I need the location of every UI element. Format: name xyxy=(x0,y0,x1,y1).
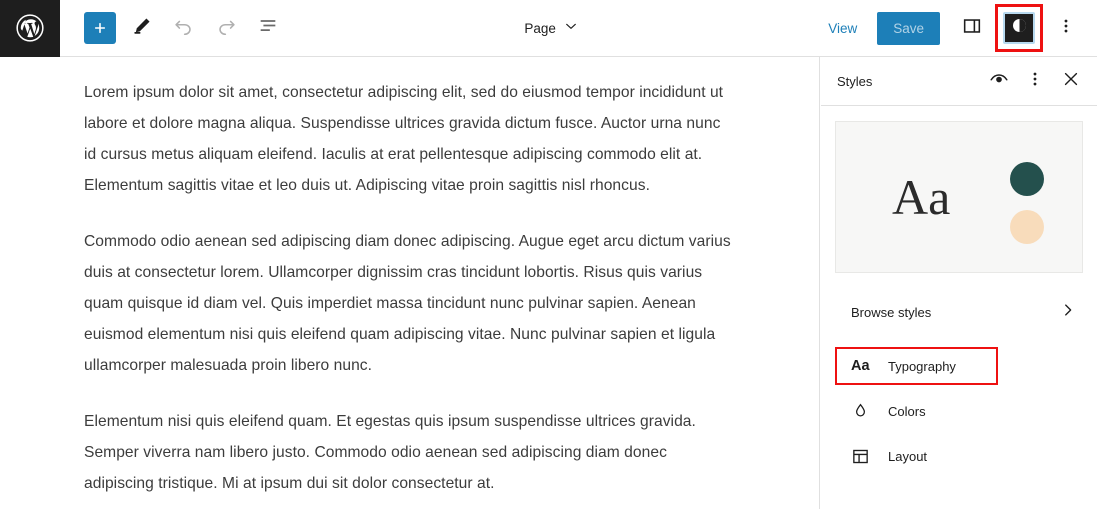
document-type-label: Page xyxy=(524,20,556,36)
browse-styles-button[interactable]: Browse styles xyxy=(835,294,1083,330)
preview-swatch-secondary xyxy=(1010,210,1044,244)
style-preview-card[interactable]: Aa xyxy=(835,121,1083,273)
style-preview-container: Aa xyxy=(821,106,1097,273)
close-x-icon xyxy=(1061,69,1081,94)
list-view-icon xyxy=(257,15,279,42)
styles-nav-label: Typography xyxy=(888,358,956,374)
styles-toggle-button[interactable] xyxy=(1003,12,1035,44)
droplet-icon xyxy=(851,402,873,421)
styles-options-button[interactable] xyxy=(1017,63,1053,99)
list-view-button[interactable] xyxy=(249,9,287,47)
wordpress-logo-icon xyxy=(16,14,44,42)
close-styles-button[interactable] xyxy=(1053,63,1089,99)
styles-nav-label: Layout xyxy=(888,448,928,464)
edit-tool-button[interactable] xyxy=(123,9,161,47)
styles-toggle-container xyxy=(995,4,1043,52)
more-options-button[interactable] xyxy=(1048,10,1084,46)
pencil-icon xyxy=(131,15,153,42)
eye-icon xyxy=(988,68,1010,95)
view-link[interactable]: View xyxy=(816,15,869,42)
chevron-down-icon xyxy=(563,18,579,39)
document-switcher[interactable]: Page xyxy=(287,0,816,57)
paragraph-block[interactable]: Commodo odio aenean sed adipiscing diam … xyxy=(84,226,734,381)
vertical-dots-icon xyxy=(1056,16,1076,41)
wordpress-site-editor: Page View Save Lorem ipsum dolor sit ame… xyxy=(0,0,1097,509)
layout-grid-icon xyxy=(851,447,873,466)
editor-canvas[interactable]: Lorem ipsum dolor sit amet, consectetur … xyxy=(0,57,820,509)
styles-nav-list: Aa Typography Colors Layout xyxy=(821,347,1097,475)
typeface-sample: Aa xyxy=(892,169,951,225)
style-book-button[interactable] xyxy=(981,63,1017,99)
panel-right-icon xyxy=(961,15,983,42)
header-actions: View Save xyxy=(816,0,1097,57)
chevron-right-icon xyxy=(1059,301,1077,324)
styles-nav-item-colors[interactable]: Colors xyxy=(835,392,1083,430)
undo-arrow-icon xyxy=(173,15,195,42)
redo-arrow-icon xyxy=(215,15,237,42)
styles-sidebar: Styles Aa Browse styles Aa Typography Co… xyxy=(821,57,1097,509)
undo-button[interactable] xyxy=(165,9,203,47)
wordpress-logo-button[interactable] xyxy=(0,0,60,57)
styles-nav-item-layout[interactable]: Layout xyxy=(835,437,1083,475)
contrast-half-circle-icon xyxy=(1010,16,1029,40)
aa-typography-icon: Aa xyxy=(851,357,870,374)
redo-button[interactable] xyxy=(207,9,245,47)
plus-icon xyxy=(84,12,116,44)
save-button[interactable]: Save xyxy=(877,11,940,45)
vertical-dots-icon xyxy=(1025,69,1045,94)
header-tool-group xyxy=(60,0,287,57)
editor-header: Page View Save xyxy=(0,0,1097,57)
browse-styles-label: Browse styles xyxy=(851,304,932,320)
preview-swatch-primary xyxy=(1010,162,1044,196)
styles-nav-label: Colors xyxy=(888,403,926,419)
paragraph-block[interactable]: Lorem ipsum dolor sit amet, consectetur … xyxy=(84,77,734,201)
styles-sidebar-header: Styles xyxy=(821,57,1097,106)
styles-nav-item-typography[interactable]: Aa Typography xyxy=(835,347,1083,385)
settings-sidebar-toggle[interactable] xyxy=(954,10,990,46)
styles-panel-title: Styles xyxy=(837,73,873,89)
paragraph-block[interactable]: Elementum nisi quis eleifend quam. Et eg… xyxy=(84,406,734,499)
post-content: Lorem ipsum dolor sit amet, consectetur … xyxy=(0,57,819,499)
block-inserter-button[interactable] xyxy=(81,9,119,47)
